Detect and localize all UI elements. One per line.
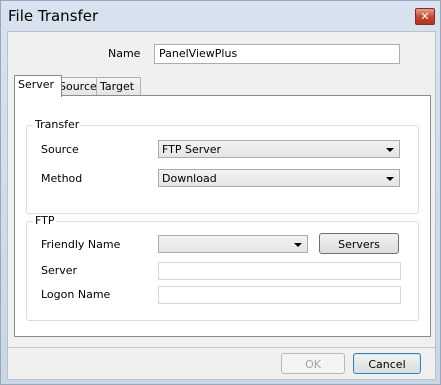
chevron-down-icon: [294, 243, 302, 247]
transfer-group-title: Transfer: [33, 118, 82, 131]
friendly-name-select[interactable]: [158, 235, 308, 253]
tab-server[interactable]: Server: [14, 75, 62, 97]
friendly-name-label: Friendly Name: [41, 238, 121, 251]
tab-source-label: Source: [59, 80, 97, 93]
server-label: Server: [41, 264, 78, 277]
source-select-value: FTP Server: [162, 143, 222, 156]
logon-name-field[interactable]: [158, 286, 401, 304]
method-select-value: Download: [162, 172, 217, 185]
server-field[interactable]: [158, 262, 401, 280]
cancel-button[interactable]: Cancel: [353, 353, 421, 374]
server-tab-panel: Transfer Source FTP Server Method Downlo…: [14, 95, 431, 337]
ftp-group-title: FTP: [33, 214, 57, 227]
ok-button[interactable]: OK: [281, 353, 345, 374]
chevron-down-icon: [386, 177, 394, 181]
tab-server-label: Server: [18, 78, 55, 91]
logon-name-label: Logon Name: [41, 288, 111, 301]
method-label: Method: [41, 172, 83, 185]
transfer-group: Transfer Source FTP Server Method Downlo…: [26, 118, 419, 214]
servers-button[interactable]: Servers: [319, 233, 399, 254]
dialog-title: File Transfer: [8, 7, 99, 25]
chevron-down-icon: [386, 148, 394, 152]
source-label: Source: [41, 143, 79, 156]
tab-target[interactable]: Target: [96, 77, 141, 96]
ftp-group: FTP Friendly Name Servers Server Logon N…: [26, 214, 419, 321]
close-icon[interactable]: ✕: [415, 8, 435, 25]
file-transfer-dialog: File Transfer ✕ Name PanelViewPlus Serve…: [0, 0, 441, 385]
footer-divider: [8, 347, 435, 348]
dialog-body: Name PanelViewPlus Server Source Target …: [7, 31, 436, 380]
method-select[interactable]: Download: [158, 169, 400, 187]
tab-target-label: Target: [100, 80, 135, 93]
name-input[interactable]: PanelViewPlus: [154, 44, 400, 64]
title-bar: File Transfer ✕: [1, 1, 440, 31]
source-select[interactable]: FTP Server: [158, 140, 400, 158]
name-label: Name: [108, 47, 141, 60]
